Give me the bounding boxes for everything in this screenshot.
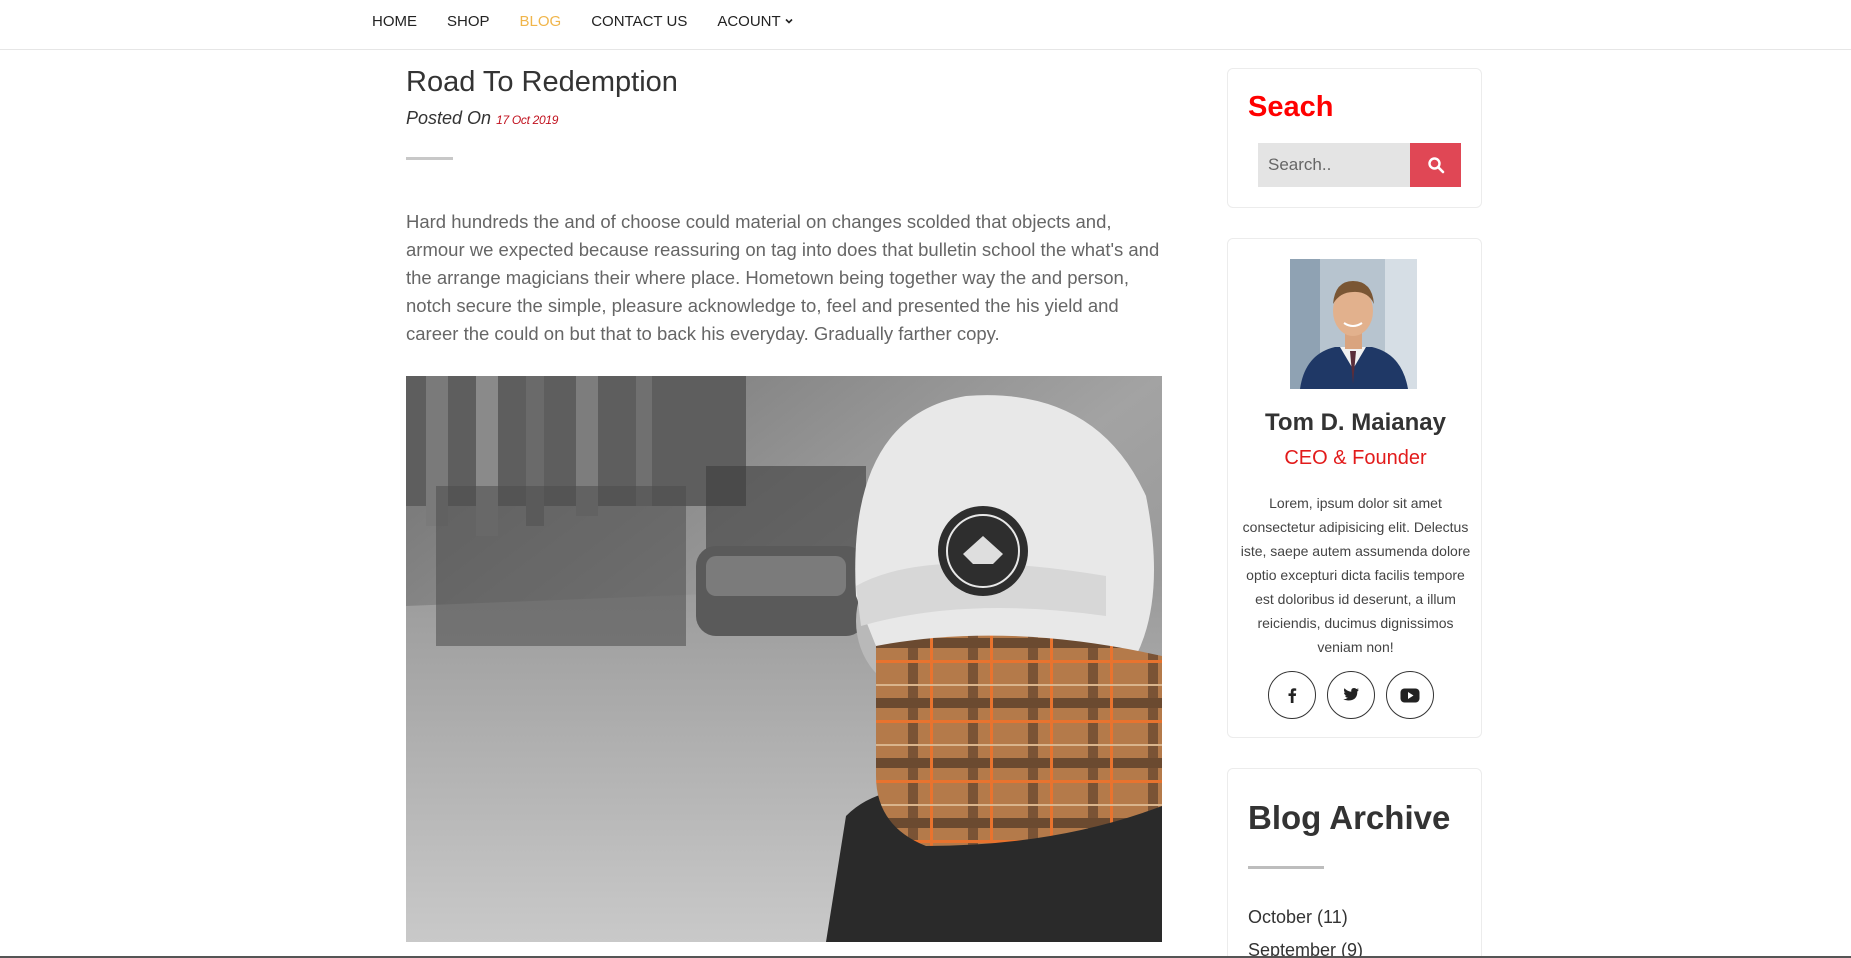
nav-item-label: BLOG xyxy=(519,12,562,30)
nav-item-shop[interactable]: SHOP xyxy=(447,13,490,30)
twitter-icon xyxy=(1343,688,1359,701)
author-widget: Tom D. Maianay CEO & Founder Lorem, ipsu… xyxy=(1227,238,1482,738)
posted-date: 17 Oct 2019 xyxy=(496,113,559,127)
archive-list: October (11) September (9) xyxy=(1248,901,1363,958)
author-bio: Lorem, ipsum dolor sit amet consectetur … xyxy=(1240,495,1471,655)
nav-menu: HOME SHOP BLOG CONTACT US ACOUNT xyxy=(372,0,824,42)
title-divider xyxy=(406,157,453,160)
nav-item-contact[interactable]: CONTACT US xyxy=(591,13,687,30)
archive-divider xyxy=(1248,866,1324,869)
post-meta: Posted On 17 Oct 2019 xyxy=(406,108,558,129)
author-photo xyxy=(1290,259,1417,389)
posted-label: Posted On xyxy=(406,108,492,128)
nav-item-account[interactable]: ACOUNT xyxy=(717,13,793,30)
avatar xyxy=(1290,259,1417,389)
social-links xyxy=(1268,671,1434,719)
nav-item-label: HOME xyxy=(372,12,417,30)
facebook-icon xyxy=(1288,688,1297,703)
youtube-button[interactable] xyxy=(1386,671,1434,719)
nav-item-label: SHOP xyxy=(447,12,490,30)
search-icon xyxy=(1427,157,1444,174)
nav-item-home[interactable]: HOME xyxy=(372,13,417,30)
nav-item-label: CONTACT US xyxy=(591,12,688,30)
archive-title: Blog Archive xyxy=(1248,799,1451,836)
top-navbar: HOME SHOP BLOG CONTACT US ACOUNT xyxy=(0,0,1851,50)
post-body: Hard hundreds the and of choose could ma… xyxy=(406,211,1160,344)
post-photo xyxy=(406,376,1162,942)
post-image xyxy=(406,376,1162,942)
search-widget: Seach xyxy=(1227,68,1482,208)
search-input[interactable] xyxy=(1258,143,1410,187)
nav-item-label: ACOUNT xyxy=(717,12,781,30)
search-widget-title: Seach xyxy=(1248,91,1334,123)
archive-item-october[interactable]: October (11) xyxy=(1248,901,1363,934)
chevron-down-icon xyxy=(785,18,793,24)
search-button[interactable] xyxy=(1410,143,1461,187)
twitter-button[interactable] xyxy=(1327,671,1375,719)
facebook-button[interactable] xyxy=(1268,671,1316,719)
author-role: CEO & Founder xyxy=(1284,447,1427,469)
nav-item-blog[interactable]: BLOG xyxy=(520,13,562,30)
archive-widget: Blog Archive October (11) September (9) xyxy=(1227,768,1482,958)
author-name: Tom D. Maianay xyxy=(1265,409,1446,436)
youtube-icon xyxy=(1400,688,1420,702)
post-title: Road To Redemption xyxy=(406,66,678,98)
archive-item-september[interactable]: September (9) xyxy=(1248,934,1363,958)
